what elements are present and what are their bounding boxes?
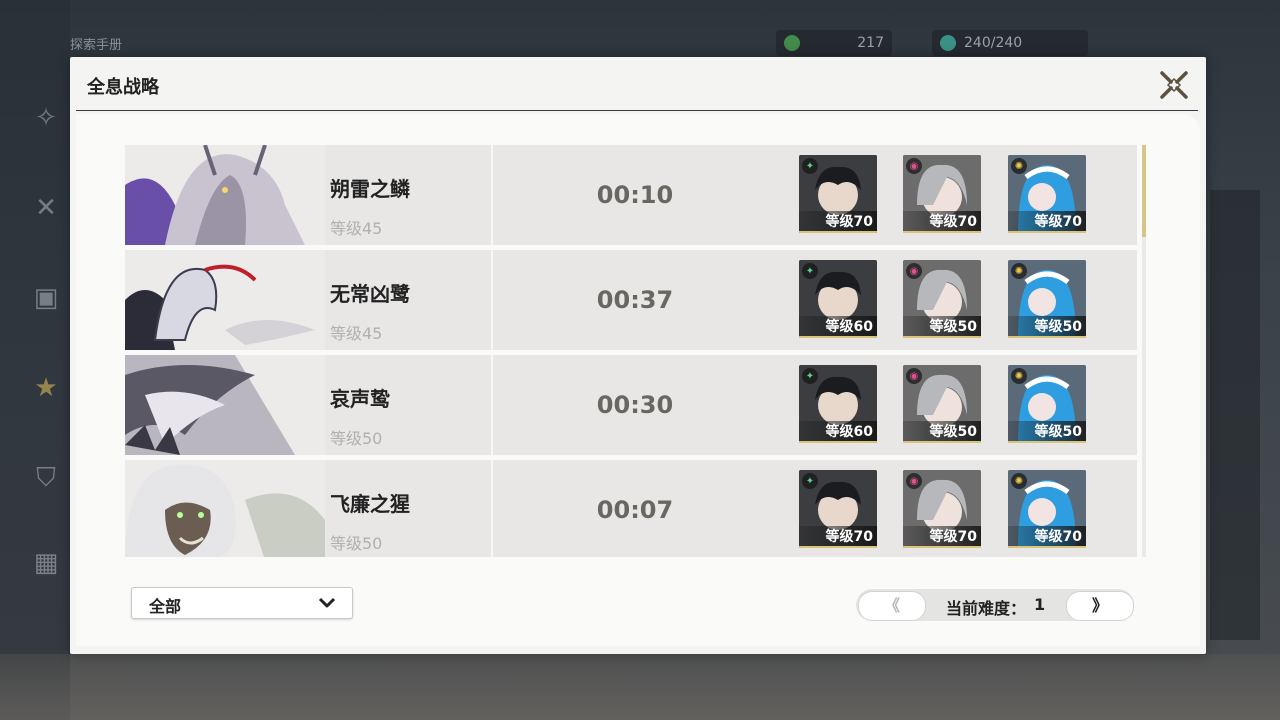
- background-right-panel: [1210, 190, 1260, 640]
- havoc-element-icon: ◉: [906, 368, 922, 384]
- character-card[interactable]: ✺ 等级50: [1008, 365, 1086, 443]
- boss-image: [125, 460, 325, 557]
- header-divider: [76, 110, 1198, 111]
- spectro-element-icon: ✺: [1011, 473, 1027, 489]
- character-level: 等级70: [1008, 526, 1086, 548]
- list-item[interactable]: 哀声鸷 等级50 00:30 ✦ 等级60 ◉ 等级50 ✺ 等级50: [125, 355, 1137, 455]
- character-level: 等级60: [799, 421, 877, 443]
- star-icon: ★: [34, 373, 58, 403]
- boss-name: 无常凶鹭: [330, 282, 410, 306]
- character-level: 等级70: [799, 211, 877, 233]
- clear-time: 00:07: [596, 496, 674, 524]
- character-level: 等级50: [903, 316, 981, 338]
- team-lineup: ✦ 等级70 ◉ 等级70 ✺ 等级70: [799, 470, 1099, 548]
- boss-name: 哀声鸷: [330, 387, 390, 411]
- difficulty-value: 1: [1034, 595, 1046, 614]
- character-level: 等级70: [1008, 211, 1086, 233]
- boss-level: 等级50: [330, 534, 383, 553]
- clear-time: 00:30: [596, 391, 674, 419]
- team-lineup: ✦ 等级60 ◉ 等级50 ✺ 等级50: [799, 365, 1099, 443]
- aero-element-icon: ✦: [802, 473, 818, 489]
- character-card[interactable]: ✦ 等级70: [799, 155, 877, 233]
- boss-level: 等级45: [330, 219, 383, 238]
- background-footer: [0, 654, 1280, 720]
- boss-portrait: [125, 460, 325, 557]
- modal-title: 全息战略: [87, 77, 159, 98]
- aero-element-icon: ✦: [802, 263, 818, 279]
- calendar-icon: ▣: [33, 283, 59, 313]
- spectro-element-icon: ✺: [1011, 158, 1027, 174]
- character-card[interactable]: ◉ 等级50: [903, 260, 981, 338]
- team-lineup: ✦ 等级70 ◉ 等级70 ✺ 等级70: [799, 155, 1099, 233]
- character-card[interactable]: ◉ 等级50: [903, 365, 981, 443]
- filter-selected-value: 全部: [149, 597, 182, 616]
- holo-strategy-modal: 全息战略 朔雷之鳞 等级45 00:10 ✦ 等级70 ◉ 等级70 ✺ 等级7…: [70, 57, 1206, 654]
- list-item[interactable]: 无常凶鹭 等级45 00:37 ✦ 等级60 ◉ 等级50 ✺ 等级50: [125, 250, 1137, 350]
- difficulty-pager: 《 当前难度： 1 》: [856, 589, 1134, 621]
- boss-name: 朔雷之鳞: [330, 177, 410, 201]
- cross-icon: ✕: [35, 193, 57, 223]
- team-lineup: ✦ 等级60 ◉ 等级50 ✺ 等级50: [799, 260, 1099, 338]
- next-difficulty-button[interactable]: 》: [1066, 591, 1134, 621]
- row-divider: [491, 460, 493, 557]
- character-level: 等级70: [903, 526, 981, 548]
- close-icon: [1160, 71, 1188, 99]
- list-item[interactable]: 朔雷之鳞 等级45 00:10 ✦ 等级70 ◉ 等级70 ✺ 等级70: [125, 145, 1137, 245]
- prev-difficulty-button[interactable]: 《: [858, 591, 926, 621]
- character-level: 等级50: [903, 421, 981, 443]
- character-card[interactable]: ✦ 等级70: [799, 470, 877, 548]
- boss-portrait: [125, 145, 325, 245]
- boss-image: [125, 145, 325, 245]
- scrollbar-thumb[interactable]: [1142, 145, 1146, 237]
- character-card[interactable]: ◉ 等级70: [903, 155, 981, 233]
- character-level: 等级70: [903, 211, 981, 233]
- list-item[interactable]: 飞廉之猩 等级50 00:07 ✦ 等级70 ◉ 等级70 ✺ 等级70: [125, 460, 1137, 557]
- filter-dropdown[interactable]: 全部: [131, 587, 353, 619]
- boss-portrait: [125, 355, 325, 455]
- resource-counter-1: 217: [776, 30, 892, 56]
- clear-time: 00:37: [596, 286, 674, 314]
- character-card[interactable]: ✺ 等级70: [1008, 470, 1086, 548]
- havoc-element-icon: ◉: [906, 263, 922, 279]
- spectro-element-icon: ✺: [1011, 263, 1027, 279]
- close-button[interactable]: [1156, 67, 1192, 103]
- row-divider: [491, 355, 493, 455]
- aero-element-icon: ✦: [802, 368, 818, 384]
- resource-counter-2: 240/240: [932, 30, 1088, 56]
- grid-icon: ▦: [33, 548, 59, 578]
- boss-image: [125, 355, 325, 455]
- chevron-down-icon: [318, 597, 336, 608]
- background-title: 探索手册: [70, 38, 123, 53]
- boss-level: 等级45: [330, 324, 383, 343]
- havoc-element-icon: ◉: [906, 158, 922, 174]
- resource-icon: [784, 35, 800, 51]
- background-sidebar: ✧ ✕ ▣ ★ ⛉ ▦: [0, 0, 70, 720]
- energy-icon: [940, 35, 956, 51]
- row-divider: [491, 250, 493, 350]
- shield-icon: ⛉: [36, 463, 56, 493]
- boss-list[interactable]: 朔雷之鳞 等级45 00:10 ✦ 等级70 ◉ 等级70 ✺ 等级70 无常凶…: [125, 145, 1145, 557]
- character-level: 等级70: [799, 526, 877, 548]
- clear-time: 00:10: [596, 181, 674, 209]
- boss-portrait: [125, 250, 325, 350]
- spectro-element-icon: ✺: [1011, 368, 1027, 384]
- row-divider: [491, 145, 493, 245]
- havoc-element-icon: ◉: [906, 473, 922, 489]
- character-card[interactable]: ✺ 等级50: [1008, 260, 1086, 338]
- character-level: 等级50: [1008, 316, 1086, 338]
- compass-icon: ✧: [35, 103, 57, 133]
- character-card[interactable]: ✦ 等级60: [799, 365, 877, 443]
- character-card[interactable]: ✺ 等级70: [1008, 155, 1086, 233]
- boss-name: 飞廉之猩: [330, 492, 410, 516]
- boss-level: 等级50: [330, 429, 383, 448]
- difficulty-label: 当前难度：: [946, 599, 1027, 618]
- character-level: 等级60: [799, 316, 877, 338]
- character-card[interactable]: ◉ 等级70: [903, 470, 981, 548]
- character-card[interactable]: ✦ 等级60: [799, 260, 877, 338]
- modal-header: 全息战略: [70, 57, 1206, 113]
- boss-image: [125, 250, 325, 350]
- character-level: 等级50: [1008, 421, 1086, 443]
- aero-element-icon: ✦: [802, 158, 818, 174]
